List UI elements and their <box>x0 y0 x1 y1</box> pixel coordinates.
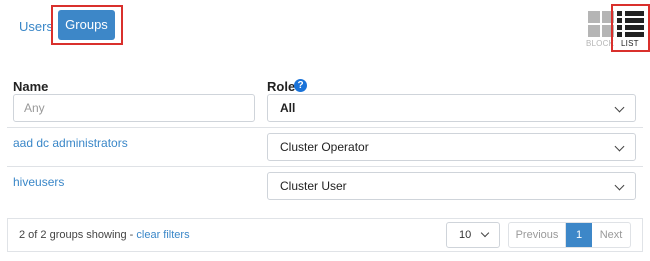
group-name-link[interactable]: hiveusers <box>13 175 64 189</box>
chevron-down-icon <box>614 102 625 113</box>
pagination: Previous 1 Next <box>508 222 631 248</box>
tab-groups[interactable]: Groups <box>58 10 115 40</box>
clear-filters-link[interactable]: clear filters <box>136 229 189 241</box>
name-filter-input[interactable]: Any <box>13 94 255 122</box>
role-filter-value: All <box>280 101 296 115</box>
chevron-down-icon <box>480 228 490 238</box>
block-view-label[interactable]: BLOCK <box>586 39 614 48</box>
chevron-down-icon <box>614 141 625 152</box>
next-page-button[interactable]: Next <box>592 223 630 247</box>
divider <box>7 166 643 167</box>
list-view-label[interactable]: LIST <box>621 39 639 48</box>
group-name-link[interactable]: aad dc administrators <box>13 136 128 150</box>
showing-count-text: 2 of 2 groups showing - <box>19 229 137 241</box>
tab-users[interactable]: Users <box>19 19 53 34</box>
group-role-select[interactable]: Cluster Operator <box>267 133 636 161</box>
previous-page-button[interactable]: Previous <box>509 223 566 247</box>
group-role-select[interactable]: Cluster User <box>267 172 636 200</box>
list-view-icon[interactable] <box>617 11 644 37</box>
role-filter-select[interactable]: All <box>267 94 636 122</box>
column-header-name: Name <box>13 79 49 94</box>
chevron-down-icon <box>614 180 625 191</box>
divider <box>7 127 643 128</box>
group-role-value: Cluster Operator <box>280 140 369 154</box>
help-icon[interactable]: ? <box>294 79 307 92</box>
group-role-value: Cluster User <box>280 179 347 193</box>
showing-status: 2 of 2 groups showing - clear filters <box>19 229 190 241</box>
column-header-role: Role <box>267 79 296 94</box>
page-size-value: 10 <box>459 229 472 241</box>
current-page-button[interactable]: 1 <box>566 223 592 247</box>
page-size-select[interactable]: 10 <box>446 222 500 248</box>
